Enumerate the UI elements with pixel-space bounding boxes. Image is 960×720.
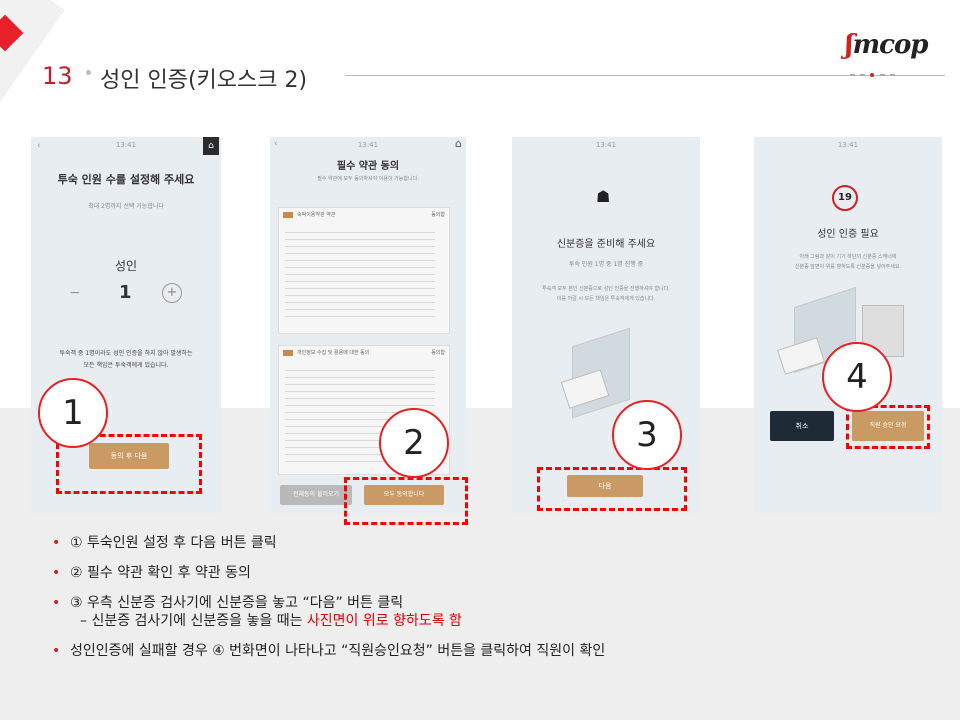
instruction-text-1: ① 투숙인원 설정 후 다음 버튼 클릭	[70, 535, 277, 551]
instruction-text-2: ② 필수 약관 확인 후 약관 동의	[70, 565, 251, 581]
terms1-title: 숙박이용약관 약관	[297, 212, 336, 218]
age-19-badge: 19	[832, 185, 858, 211]
screen1-heading: 투숙 인원 수를 설정해 주세요	[57, 173, 195, 186]
company-logo: ʃmcop	[845, 30, 929, 60]
terms2-agree[interactable]: 동의함	[431, 349, 445, 356]
instruction-text-4: 성인인증에 실패할 경우 ④ 번화면이 나타나고 “직원승인요청” 버튼을 클릭…	[70, 643, 606, 659]
callout-2: 2	[379, 408, 449, 478]
status-time: 13:41	[115, 141, 137, 149]
callout-1: 1	[38, 378, 108, 448]
plus-button[interactable]: +	[162, 283, 182, 303]
instruction-text-3: ③ 우측 신분증 검사기에 신분증을 놓고 “다음” 버튼 클릭	[70, 595, 404, 611]
terms1-agree[interactable]: 동의함	[431, 211, 445, 218]
people-icon: ☗	[596, 187, 611, 206]
instruction-item-4: • 성인인증에 실패할 경우 ④ 번화면이 나타나고 “직원승인요청” 버튼을 클…	[52, 642, 605, 660]
screen3-note2: 이를 어길 시 모든 책임은 투숙객에게 있습니다.	[556, 296, 656, 302]
highlight-box-3	[537, 467, 687, 511]
home-icon[interactable]: ⌂	[455, 137, 462, 150]
back-icon[interactable]: ‹	[37, 141, 41, 151]
terms-box-1[interactable]: 숙박이용약관 약관 동의함	[278, 207, 450, 334]
status-time: 13:41	[837, 141, 859, 149]
instruction-subtext-3: – 신분증 검사기에 신분증을 놓을 때는	[80, 613, 307, 629]
bullet-marker: •	[52, 595, 61, 611]
callout-3: 3	[612, 400, 682, 470]
logo-dots	[850, 72, 898, 78]
kiosk-screen-4: 13:41 19 성인 인증 필요 아래 그림과 같이 기기 하단의 신분증 스…	[754, 137, 942, 513]
screen3-heading: 신분증을 준비해 주세요	[556, 239, 656, 250]
instruction-item-2: • ② 필수 약관 확인 후 약관 동의	[52, 564, 605, 582]
title-separator-dot	[86, 70, 91, 75]
slide-number: 13	[42, 62, 73, 90]
terms1-body	[285, 226, 435, 322]
id-card-illustration	[777, 337, 825, 375]
screen2-sub: 필수 약관에 모두 동의하셔야 이용이 가능합니다.	[317, 176, 419, 182]
adult-count: 1	[119, 282, 132, 303]
status-time: 13:41	[357, 141, 379, 149]
slide-title: 성인 인증(키오스크 2)	[100, 68, 308, 93]
screen1-note2: 모든 책임은 투숙객에게 있습니다.	[83, 362, 169, 369]
screen4-sub1: 아래 그림과 같이 기기 하단의 신분증 스캐너에	[799, 254, 897, 260]
instruction-item-1: • ① 투숙인원 설정 후 다음 버튼 클릭	[52, 534, 605, 552]
screen4-sub2: 신분증 앞면이 위를 향하도록 신분증을 넣어주세요.	[794, 264, 902, 270]
instruction-highlight-3: 사진면이 위로 향하도록 함	[306, 613, 462, 629]
callout-4: 4	[822, 342, 892, 412]
terms2-title: 개인정보 수집 및 활용에 대한 동의	[297, 350, 370, 356]
highlight-box-2	[344, 477, 468, 525]
screen2-heading: 필수 약관 동의	[336, 161, 400, 172]
logo-text: mcop	[852, 30, 929, 60]
screen4-heading: 성인 인증 필요	[817, 229, 879, 240]
required-tag	[283, 212, 293, 218]
adult-label: 성인	[114, 259, 138, 273]
screen1-sub: 최대 2명까지 선택 가능합니다	[88, 203, 164, 210]
screen3-sub: 투숙 인원 1명 중 1명 진행 중	[568, 261, 644, 268]
screen3-note1: 투숙객 모두 본인 신분증으로 성인 인증을 진행하셔야 합니다.	[542, 286, 670, 292]
instruction-item-3: • ③ 우측 신분증 검사기에 신분증을 놓고 “다음” 버튼 클릭 – 신분증 검…	[52, 594, 605, 630]
status-time: 13:41	[595, 141, 617, 149]
bullet-marker: •	[52, 643, 61, 659]
instruction-list: • ① 투숙인원 설정 후 다음 버튼 클릭 • ② 필수 약관 확인 후 약관 동…	[52, 534, 605, 672]
back-icon[interactable]: ‹	[274, 139, 278, 149]
bullet-marker: •	[52, 565, 61, 581]
screen1-note1: 투숙객 중 1명이라도 성인 인증을 하지 않아 발생하는	[59, 350, 193, 357]
load-all-button[interactable]: 전체동의 불러오기	[280, 485, 352, 505]
bullet-marker: •	[52, 535, 61, 551]
cancel-button[interactable]: 취소	[770, 411, 834, 441]
home-icon[interactable]: ⌂	[203, 137, 219, 155]
minus-button[interactable]: −	[69, 285, 81, 301]
required-tag	[283, 350, 293, 356]
